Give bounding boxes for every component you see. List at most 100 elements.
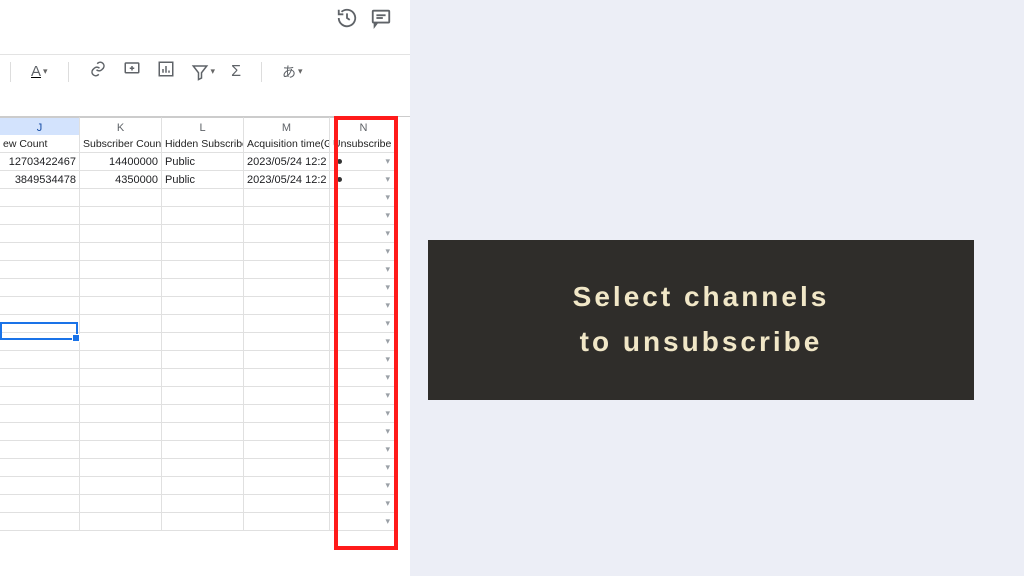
cell[interactable] — [80, 297, 162, 315]
cell[interactable] — [0, 279, 80, 297]
cell[interactable]: 4350000 — [80, 171, 162, 189]
cell[interactable]: 3849534478 — [0, 171, 80, 189]
cell[interactable] — [0, 243, 80, 261]
cell[interactable] — [162, 513, 244, 531]
cell[interactable] — [0, 477, 80, 495]
cell[interactable] — [80, 315, 162, 333]
cell[interactable] — [0, 441, 80, 459]
unsubscribe-dropdown[interactable]: ▾ — [330, 477, 398, 495]
cell[interactable] — [162, 333, 244, 351]
cell[interactable] — [80, 189, 162, 207]
cell[interactable] — [80, 477, 162, 495]
cell[interactable] — [80, 333, 162, 351]
cell[interactable] — [80, 279, 162, 297]
cell[interactable] — [162, 405, 244, 423]
cell[interactable] — [0, 369, 80, 387]
cell[interactable] — [0, 189, 80, 207]
unsubscribe-dropdown[interactable]: ▾ — [330, 225, 398, 243]
table-row[interactable]: ▾ — [0, 513, 410, 531]
cell[interactable] — [0, 315, 80, 333]
unsubscribe-dropdown[interactable]: ▾ — [330, 405, 398, 423]
unsubscribe-dropdown[interactable]: ▾ — [330, 351, 398, 369]
unsubscribe-dropdown[interactable]: ▾ — [330, 189, 398, 207]
cell[interactable] — [244, 441, 330, 459]
cell[interactable] — [0, 405, 80, 423]
link-icon[interactable] — [89, 60, 107, 83]
cell[interactable] — [80, 243, 162, 261]
cell[interactable] — [162, 207, 244, 225]
table-row[interactable]: ▾ — [0, 477, 410, 495]
table-row[interactable]: ▾ — [0, 279, 410, 297]
table-row[interactable]: ▾ — [0, 243, 410, 261]
table-row[interactable]: ▾ — [0, 423, 410, 441]
cell[interactable] — [162, 441, 244, 459]
unsubscribe-dropdown[interactable]: ▾ — [330, 387, 398, 405]
cell[interactable] — [244, 279, 330, 297]
translate-button[interactable]: あ ▾ — [282, 62, 303, 82]
cell[interactable] — [80, 459, 162, 477]
unsubscribe-dropdown[interactable]: ▾ — [330, 441, 398, 459]
cell[interactable] — [80, 387, 162, 405]
cell[interactable] — [162, 477, 244, 495]
cell[interactable] — [244, 297, 330, 315]
cell[interactable] — [80, 495, 162, 513]
table-row[interactable]: ▾ — [0, 369, 410, 387]
table-row[interactable]: ▾ — [0, 207, 410, 225]
column-header[interactable]: Subscriber Count — [80, 135, 162, 153]
cell[interactable] — [162, 279, 244, 297]
cell[interactable] — [162, 315, 244, 333]
cell[interactable]: 12703422467 — [0, 153, 80, 171]
cell[interactable] — [0, 207, 80, 225]
cell[interactable] — [244, 423, 330, 441]
column-header[interactable]: Acquisition time(GM — [244, 135, 330, 153]
sigma-icon[interactable]: Σ — [231, 63, 241, 81]
unsubscribe-dropdown[interactable]: ▾ — [330, 171, 398, 189]
unsubscribe-dropdown[interactable]: ▾ — [330, 513, 398, 531]
cell[interactable] — [0, 225, 80, 243]
chart-icon[interactable] — [157, 60, 175, 83]
cell[interactable] — [80, 351, 162, 369]
table-row[interactable]: ▾ — [0, 297, 410, 315]
cell[interactable] — [244, 477, 330, 495]
cell[interactable] — [0, 351, 80, 369]
history-icon[interactable] — [336, 7, 358, 34]
cell[interactable] — [80, 405, 162, 423]
cell[interactable] — [0, 459, 80, 477]
cell[interactable] — [80, 513, 162, 531]
cell[interactable] — [244, 315, 330, 333]
cell[interactable] — [80, 423, 162, 441]
cell[interactable] — [244, 333, 330, 351]
insert-comment-icon[interactable] — [123, 60, 141, 83]
cell[interactable] — [162, 189, 244, 207]
cell[interactable]: 14400000 — [80, 153, 162, 171]
unsubscribe-dropdown[interactable]: ▾ — [330, 459, 398, 477]
cell[interactable] — [80, 441, 162, 459]
cell[interactable] — [162, 495, 244, 513]
cell[interactable] — [162, 225, 244, 243]
cell[interactable] — [244, 513, 330, 531]
cell[interactable] — [162, 297, 244, 315]
table-row[interactable]: ▾ — [0, 441, 410, 459]
unsubscribe-dropdown[interactable]: ▾ — [330, 495, 398, 513]
unsubscribe-dropdown[interactable]: ▾ — [330, 333, 398, 351]
unsubscribe-dropdown[interactable]: ▾ — [330, 423, 398, 441]
cell[interactable] — [80, 369, 162, 387]
cell[interactable] — [244, 351, 330, 369]
unsubscribe-dropdown[interactable]: ▾ — [330, 207, 398, 225]
cell[interactable] — [244, 459, 330, 477]
column-header[interactable]: Hidden Subscriber C — [162, 135, 244, 153]
table-row[interactable]: ▾ — [0, 225, 410, 243]
cell[interactable]: 2023/05/24 12:2 — [244, 153, 330, 171]
table-row[interactable]: ▾ — [0, 261, 410, 279]
cell[interactable] — [0, 387, 80, 405]
cell[interactable]: Public — [162, 153, 244, 171]
cell[interactable] — [244, 189, 330, 207]
cell[interactable] — [162, 387, 244, 405]
cell[interactable] — [244, 261, 330, 279]
unsubscribe-dropdown[interactable]: ▾ — [330, 279, 398, 297]
cell[interactable] — [80, 207, 162, 225]
cell[interactable] — [244, 225, 330, 243]
table-row[interactable]: ▾ — [0, 459, 410, 477]
comment-icon[interactable] — [370, 7, 392, 34]
cell[interactable] — [0, 513, 80, 531]
